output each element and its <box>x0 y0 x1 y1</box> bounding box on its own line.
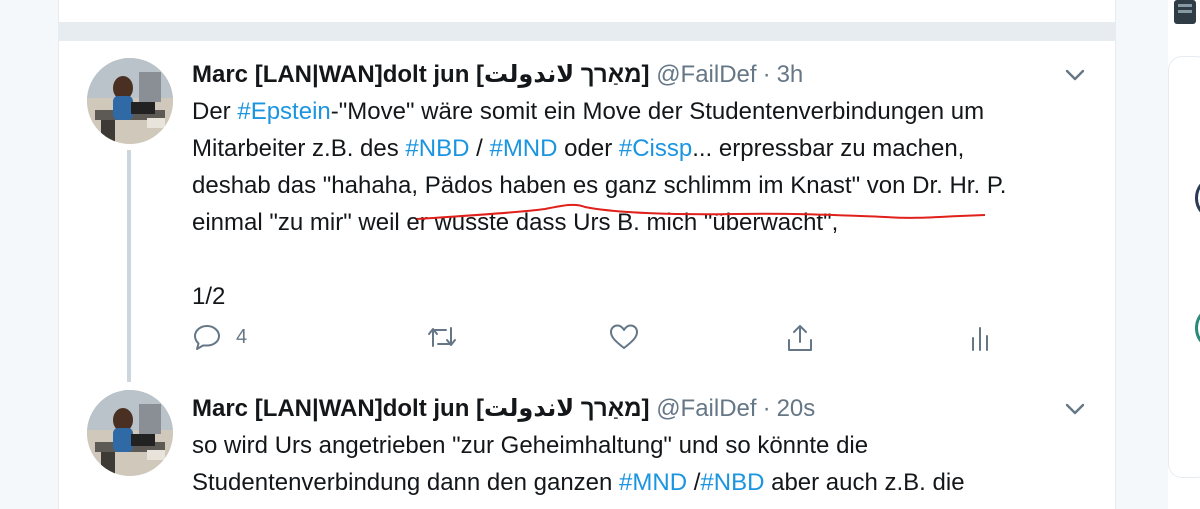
hashtag-link[interactable]: #Epstein <box>237 98 330 125</box>
heart-icon <box>608 322 640 352</box>
page-background-gutter <box>1116 0 1168 509</box>
reply-count: 4 <box>236 325 248 348</box>
tweet[interactable]: Marc [LAN|WAN]dolt jun [מאַרך لاندولت] @… <box>59 380 1115 509</box>
chevron-down-icon[interactable] <box>1062 396 1088 422</box>
sidebar-avatar[interactable] <box>1195 305 1200 351</box>
analytics-icon <box>968 322 994 352</box>
retweet-icon <box>425 322 459 352</box>
reply-button[interactable]: 4 <box>192 322 247 352</box>
hashtag-link[interactable]: #NBD <box>405 135 469 162</box>
chevron-down-icon[interactable] <box>1062 62 1088 88</box>
tweet-actions: 4 <box>192 322 988 358</box>
tweet-text: so wird Urs angetrieben "zur Geheimhaltu… <box>192 432 965 496</box>
right-sidebar-panel <box>1168 56 1200 478</box>
tweet-text: Der #Epstein-"Move" wäre somit ein Move … <box>192 98 1007 310</box>
retweet-button[interactable] <box>425 322 459 352</box>
thread-line <box>127 150 131 382</box>
hashtag-link[interactable]: #MND <box>619 469 687 496</box>
sidebar-icon[interactable] <box>1170 0 1200 28</box>
handle[interactable]: @FailDef <box>656 61 756 88</box>
tweet-header: Marc [LAN|WAN]dolt jun [מאַרך لاندولت] @… <box>192 395 816 422</box>
avatar[interactable] <box>87 58 173 144</box>
timestamp[interactable]: 3h <box>777 61 804 88</box>
analytics-button[interactable] <box>968 322 994 352</box>
display-name[interactable]: Marc [LAN|WAN]dolt jun [מאַרך لاندولت] <box>192 61 650 88</box>
reply-icon <box>192 322 222 352</box>
sidebar-avatar[interactable] <box>1195 175 1200 221</box>
timeline-column: Marc [LAN|WAN]dolt jun [מאַרך لاندولت] @… <box>58 0 1116 509</box>
page-background-left <box>0 0 58 509</box>
tweet[interactable]: Marc [LAN|WAN]dolt jun [מאַרך لاندولت] @… <box>59 0 1115 382</box>
share-button[interactable] <box>784 322 816 354</box>
timestamp[interactable]: 20s <box>777 395 816 422</box>
tweet-header: Marc [LAN|WAN]dolt jun [מאַרך لاندولت] @… <box>192 61 804 88</box>
hashtag-link[interactable]: #Cissp <box>619 135 692 162</box>
hashtag-link[interactable]: #NBD <box>700 469 764 496</box>
display-name[interactable]: Marc [LAN|WAN]dolt jun [מאַרך لاندولت] <box>192 395 650 422</box>
handle[interactable]: @FailDef <box>656 395 756 422</box>
hashtag-link[interactable]: #MND <box>489 135 557 162</box>
like-button[interactable] <box>608 322 640 352</box>
avatar[interactable] <box>87 390 173 476</box>
share-icon <box>784 322 816 354</box>
